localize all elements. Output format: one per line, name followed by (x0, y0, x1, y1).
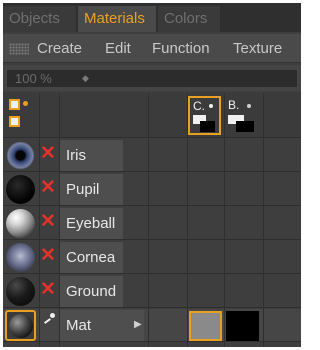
material-preview-thumbnail[interactable] (6, 175, 35, 204)
menu-bar: Create Edit Function Texture (3, 34, 301, 63)
tab-colors[interactable]: Colors (158, 6, 220, 32)
column-divider (59, 93, 60, 347)
material-manager-window: Objects Materials Colors Create Edit Fun… (3, 3, 301, 347)
column-divider (224, 93, 225, 347)
column-divider (39, 93, 40, 347)
zoom-row: 100 % ◆ (3, 65, 301, 91)
material-preview-thumbnail[interactable] (6, 277, 35, 306)
material-name[interactable]: Mat (60, 310, 144, 341)
material-name[interactable]: Ground (60, 276, 123, 307)
menu-edit[interactable]: Edit (105, 34, 131, 63)
material-layers-icon[interactable] (9, 99, 35, 133)
material-header-row: C. B. (3, 93, 301, 138)
material-row[interactable]: ✕ Cornea (3, 241, 301, 274)
material-preview-thumbnail[interactable] (6, 243, 35, 272)
material-row[interactable]: ✕ Eyeball (3, 207, 301, 240)
red-x-icon[interactable]: ✕ (40, 279, 56, 301)
material-row[interactable]: ✕ Iris (3, 139, 301, 172)
red-x-icon[interactable]: ✕ (40, 143, 56, 165)
material-name[interactable]: Iris (60, 140, 123, 171)
tab-bar: Objects Materials Colors (3, 3, 301, 32)
layer-b-label: B. (228, 98, 240, 112)
layer-c-column[interactable]: C. (188, 96, 221, 135)
column-divider (148, 93, 149, 347)
zoom-value: 100 % (15, 71, 52, 86)
layer-b-column[interactable]: B. (226, 98, 266, 134)
red-x-icon[interactable]: ✕ (40, 245, 56, 267)
layer-b-swatch[interactable] (226, 311, 259, 341)
red-x-icon[interactable]: ✕ (40, 177, 56, 199)
menu-create[interactable]: Create (37, 34, 82, 63)
menu-function[interactable]: Function (152, 34, 210, 63)
layer-c-swatch[interactable] (189, 311, 222, 341)
column-divider (263, 93, 264, 347)
tab-materials[interactable]: Materials (78, 6, 156, 32)
material-name[interactable]: Eyeball (60, 208, 123, 239)
material-row-selected[interactable]: Mat ▶ (3, 309, 301, 342)
zoom-dropdown-icon[interactable]: ◆ (82, 70, 89, 87)
material-preview-thumbnail[interactable] (5, 310, 36, 341)
layer-c-label: C. (193, 99, 205, 113)
tab-objects[interactable]: Objects (3, 6, 76, 32)
material-name[interactable]: Pupil (60, 174, 123, 205)
submenu-arrow-icon[interactable]: ▶ (134, 319, 142, 330)
column-divider (187, 93, 188, 347)
zoom-field[interactable]: 100 % ◆ (7, 70, 297, 87)
red-x-icon[interactable]: ✕ (40, 211, 56, 233)
material-preview-thumbnail[interactable] (6, 209, 35, 238)
material-preview-thumbnail[interactable] (6, 141, 35, 170)
material-name[interactable]: Cornea (60, 242, 123, 273)
menu-texture[interactable]: Texture (233, 34, 282, 63)
grip-handle-icon[interactable] (9, 43, 29, 55)
material-row[interactable]: ✕ Ground (3, 275, 301, 308)
material-row[interactable]: ✕ Pupil (3, 173, 301, 206)
